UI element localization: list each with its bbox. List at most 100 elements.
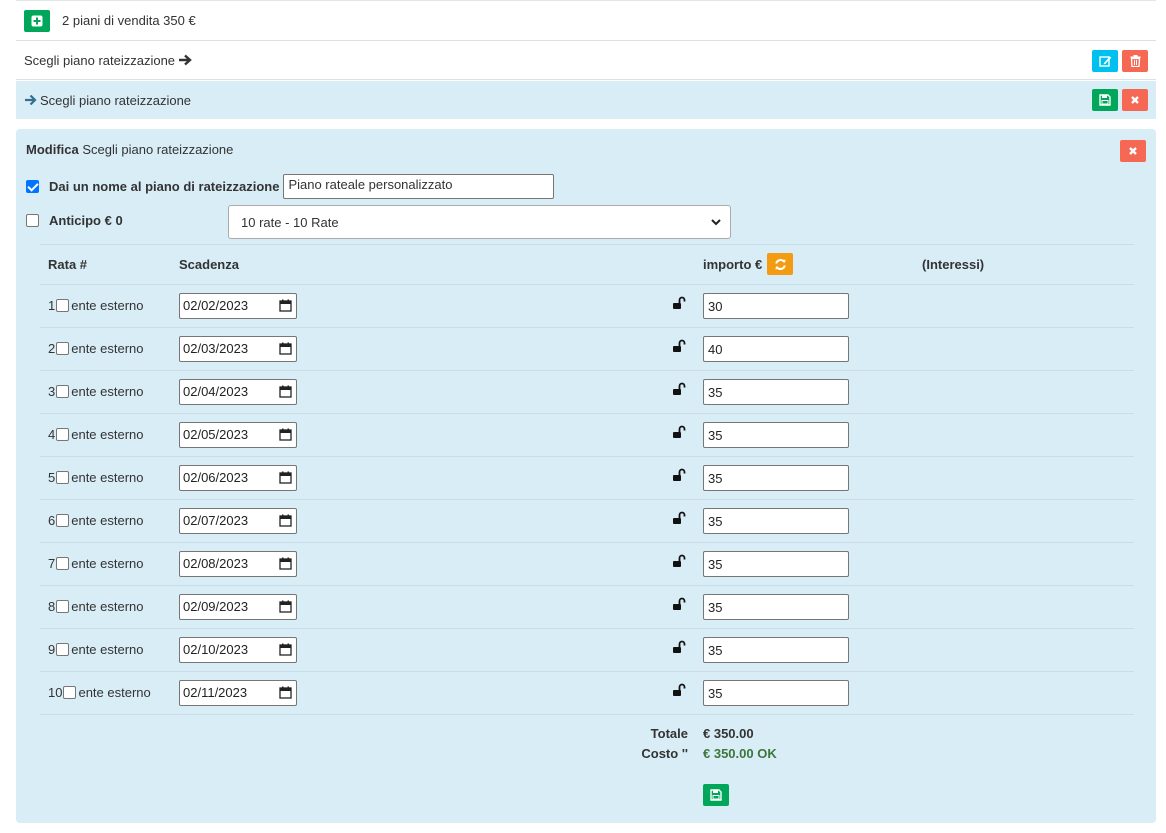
unlock-icon[interactable] (672, 683, 686, 699)
unlock-icon[interactable] (672, 339, 686, 355)
delete-plan-button[interactable] (1122, 50, 1148, 72)
amount-input[interactable]: 35 (703, 508, 849, 534)
calendar-icon[interactable] (279, 557, 292, 570)
amount-input[interactable]: 35 (703, 637, 849, 663)
unlock-icon[interactable] (672, 468, 686, 484)
external-entity-checkbox[interactable] (56, 557, 70, 570)
external-entity-checkbox[interactable] (56, 514, 70, 527)
external-entity-checkbox[interactable] (56, 428, 70, 441)
installment-number-cell: 1 ente esterno (48, 298, 144, 313)
installment-number: 7 (48, 556, 56, 571)
calendar-icon[interactable] (279, 385, 292, 398)
plan-row: Scegli piano rateizzazione (16, 41, 1156, 80)
plus-square-icon (31, 15, 43, 26)
external-entity-label: ente esterno (71, 513, 144, 528)
external-entity-checkbox[interactable] (56, 299, 70, 312)
totale-label: Totale (650, 726, 688, 741)
external-entity-checkbox[interactable] (56, 600, 70, 613)
amount-input[interactable]: 35 (703, 465, 849, 491)
due-date-value: 02/08/2023 (183, 556, 249, 571)
due-date-value: 02/07/2023 (183, 513, 249, 528)
amount-input[interactable]: 35 (703, 680, 849, 706)
installment-number-cell: 2 ente esterno (48, 341, 144, 356)
edit-panel: Modifica Scegli piano rateizzazione Dai … (16, 129, 1156, 823)
external-entity-checkbox[interactable] (56, 643, 70, 656)
table-row: 3 ente esterno 02/04/2023 35 (40, 371, 1134, 414)
plan-name-row: Dai un nome al piano di rateizzazione Pi… (26, 174, 555, 199)
calendar-icon[interactable] (279, 299, 292, 312)
unlock-icon[interactable] (672, 640, 686, 656)
anticipo-label: Anticipo € 0 (49, 213, 123, 228)
calendar-icon[interactable] (279, 686, 292, 699)
plan-row-selected-label: Scegli piano rateizzazione (40, 92, 192, 108)
amount-input[interactable]: 35 (703, 379, 849, 405)
calendar-icon[interactable] (279, 600, 292, 613)
totale-value: € 350.00 (703, 726, 754, 741)
refresh-icon (774, 258, 786, 270)
due-date-input[interactable]: 02/06/2023 (179, 465, 297, 491)
arrow-right-icon (25, 94, 37, 106)
installment-number-cell: 5 ente esterno (48, 470, 144, 485)
amount-input[interactable]: 35 (703, 551, 849, 577)
due-date-input[interactable]: 02/10/2023 (179, 637, 297, 663)
header-rata: Rata # (48, 257, 88, 272)
floppy-icon (1099, 94, 1111, 106)
amount-input[interactable]: 35 (703, 594, 849, 620)
due-date-input[interactable]: 02/03/2023 (179, 336, 297, 362)
amount-input[interactable]: 40 (703, 336, 849, 362)
close-edit-button[interactable] (1120, 140, 1146, 162)
due-date-input[interactable]: 02/11/2023 (179, 680, 297, 706)
external-entity-label: ente esterno (71, 298, 144, 313)
plan-name-checkbox[interactable] (26, 180, 39, 193)
edit-plan-button[interactable] (1092, 50, 1118, 72)
recalculate-button[interactable] (767, 253, 793, 275)
unlock-icon[interactable] (672, 554, 686, 570)
installments-select[interactable]: 10 rate - 10 Rate (228, 205, 731, 239)
unlock-icon[interactable] (672, 597, 686, 613)
installment-number: 1 (48, 298, 56, 313)
installment-number: 2 (48, 341, 56, 356)
calendar-icon[interactable] (279, 471, 292, 484)
external-entity-checkbox[interactable] (56, 471, 70, 484)
due-date-input[interactable]: 02/05/2023 (179, 422, 297, 448)
unlock-icon[interactable] (672, 511, 686, 527)
due-date-value: 02/10/2023 (183, 642, 249, 657)
save-plan-button[interactable] (1092, 89, 1118, 111)
save-button[interactable] (703, 784, 729, 806)
due-date-input[interactable]: 02/04/2023 (179, 379, 297, 405)
trash-icon (1130, 55, 1140, 67)
table-row: 8 ente esterno 02/09/2023 35 (40, 586, 1134, 629)
unlock-icon[interactable] (672, 296, 686, 312)
installment-number-cell: 10 ente esterno (48, 685, 151, 700)
costo-value: € 350.00 OK (703, 746, 777, 761)
cancel-plan-button[interactable] (1122, 89, 1148, 111)
calendar-icon[interactable] (279, 342, 292, 355)
edit-title-bold: Modifica (26, 142, 79, 157)
plan-name-input[interactable]: Piano rateale personalizzato (283, 174, 555, 199)
due-date-input[interactable]: 02/08/2023 (179, 551, 297, 577)
table-row: 10 ente esterno 02/11/2023 35 (40, 672, 1134, 715)
unlock-icon[interactable] (672, 382, 686, 398)
external-entity-label: ente esterno (71, 427, 144, 442)
calendar-icon[interactable] (279, 428, 292, 441)
add-plan-button[interactable] (24, 9, 50, 32)
external-entity-label: ente esterno (71, 556, 144, 571)
unlock-icon[interactable] (672, 425, 686, 441)
header-importo: importo € (703, 257, 763, 272)
external-entity-checkbox[interactable] (56, 342, 70, 355)
header-interessi: (Interessi) (922, 257, 985, 272)
due-date-input[interactable]: 02/07/2023 (179, 508, 297, 534)
calendar-icon[interactable] (279, 643, 292, 656)
external-entity-checkbox[interactable] (56, 385, 70, 398)
due-date-input[interactable]: 02/09/2023 (179, 594, 297, 620)
amount-input[interactable]: 30 (703, 293, 849, 319)
due-date-value: 02/11/2023 (183, 685, 248, 700)
anticipo-checkbox[interactable] (26, 214, 39, 227)
amount-input[interactable]: 35 (703, 422, 849, 448)
table-row: 2 ente esterno 02/03/2023 40 (40, 328, 1134, 371)
installment-number-cell: 7 ente esterno (48, 556, 144, 571)
calendar-icon[interactable] (279, 514, 292, 527)
chevron-down-icon (711, 219, 721, 226)
due-date-input[interactable]: 02/02/2023 (179, 293, 297, 319)
external-entity-checkbox[interactable] (63, 686, 77, 699)
